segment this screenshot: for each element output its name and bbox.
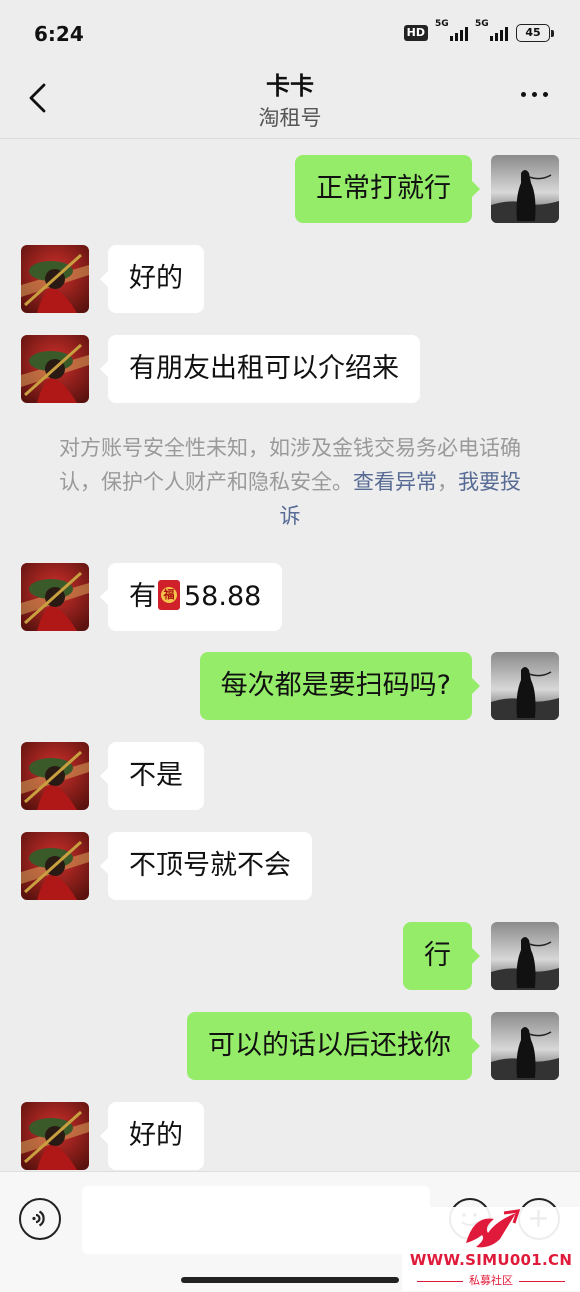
watermark-subtitle: 私募社区 — [402, 1272, 580, 1288]
sent-bubble[interactable]: 每次都是要扫码吗? — [199, 652, 481, 720]
contact-avatar[interactable] — [21, 335, 89, 403]
signal-icon: 5G — [435, 19, 468, 41]
voice-icon — [32, 1210, 45, 1227]
sent-bubble[interactable]: 行 — [403, 922, 480, 990]
more-options-icon[interactable] — [521, 92, 548, 97]
chat-title: 卡卡 — [266, 72, 314, 100]
message-row: 可以的话以后还找你 — [0, 1012, 580, 1080]
network-type-label-2: 5G — [475, 19, 489, 29]
watermark-logo — [466, 1209, 521, 1248]
red-packet-icon — [158, 579, 180, 610]
watermark-url: WWW.SIMU001.CN — [409, 1251, 573, 1269]
watermark: WWW.SIMU001.CN 私募社区 — [402, 1207, 580, 1291]
message-row: 好的 — [0, 1102, 580, 1170]
home-indicator — [181, 1277, 399, 1283]
contact-avatar[interactable] — [21, 563, 89, 631]
received-bubble[interactable]: 好的 — [100, 245, 204, 313]
view-abnormal-link[interactable]: 查看异常 — [353, 470, 437, 494]
status-bar: 6:24 HD 5G 5G 45 — [0, 0, 580, 66]
my-avatar[interactable] — [491, 1012, 559, 1080]
signal-icon-2: 5G — [475, 19, 508, 41]
message-row: 正常打就行 — [0, 155, 580, 223]
status-time: 6:24 — [34, 22, 84, 46]
message-input[interactable] — [82, 1186, 430, 1254]
contact-avatar[interactable] — [21, 1102, 89, 1170]
notice-separator: ， — [437, 470, 458, 494]
message-row: 有朋友出租可以介绍来 — [0, 335, 580, 403]
message-text: 58.88 — [184, 581, 262, 612]
message-row: 每次都是要扫码吗? — [0, 652, 580, 720]
my-avatar[interactable] — [491, 922, 559, 990]
voice-input-button[interactable] — [19, 1198, 61, 1240]
received-bubble[interactable]: 不是 — [100, 742, 204, 810]
message-row: 不顶号就不会 — [0, 832, 580, 900]
contact-avatar[interactable] — [21, 742, 89, 810]
chat-header: 卡卡 淘租号 — [0, 66, 580, 139]
received-bubble[interactable]: 有朋友出租可以介绍来 — [100, 335, 420, 403]
message-list[interactable]: 正常打就行 好的 有朋友出租可以介绍来 对方账号安全性未知，如涉及金钱交易务必电… — [0, 139, 580, 1171]
chat-subtitle: 淘租号 — [258, 106, 322, 130]
sent-bubble[interactable]: 可以的话以后还找你 — [187, 1012, 480, 1080]
sent-bubble[interactable]: 正常打就行 — [295, 155, 480, 223]
message-row: 行 — [0, 922, 580, 990]
hd-badge: HD — [403, 25, 428, 41]
message-text: 有 — [129, 581, 156, 612]
security-notice: 对方账号安全性未知，如涉及金钱交易务必电话确认，保护个人财产和隐私安全。查看异常… — [50, 431, 530, 533]
my-avatar[interactable] — [491, 155, 559, 223]
battery-icon: 45 — [516, 24, 554, 42]
received-bubble[interactable]: 有 58.88 — [99, 563, 283, 631]
message-row: 好的 — [0, 245, 580, 313]
status-icons: HD 5G 5G 45 — [403, 19, 554, 42]
contact-avatar[interactable] — [21, 832, 89, 900]
contact-avatar[interactable] — [21, 245, 89, 313]
received-bubble[interactable]: 好的 — [100, 1102, 204, 1170]
message-row: 有 58.88 — [0, 563, 580, 631]
network-type-label: 5G — [435, 19, 449, 29]
received-bubble[interactable]: 不顶号就不会 — [100, 832, 312, 900]
my-avatar[interactable] — [491, 652, 559, 720]
message-row: 不是 — [0, 742, 580, 810]
